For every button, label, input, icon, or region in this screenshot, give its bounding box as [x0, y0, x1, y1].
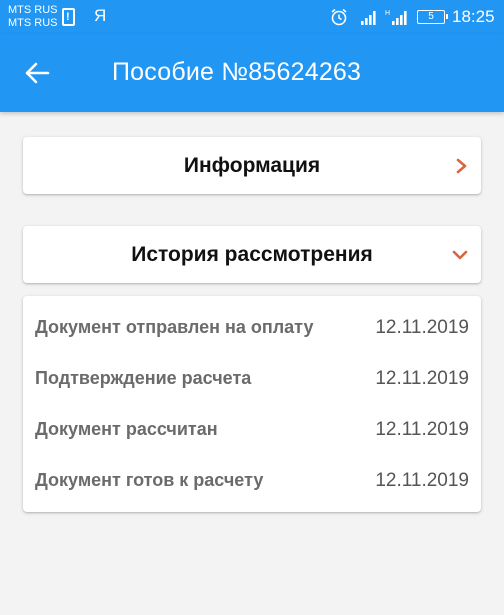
chevron-down-icon: [452, 250, 468, 259]
signal-strength-icon-2: H: [385, 10, 407, 25]
page-title: Пособие №85624263: [112, 58, 362, 86]
app-bar: Пособие №85624263: [0, 34, 504, 112]
history-section-button[interactable]: История рассмотрения: [23, 226, 481, 283]
sim-warning-icon: !: [62, 8, 75, 26]
carrier-labels: MTS RUS MTS RUS: [8, 4, 58, 30]
chevron-right-icon: [456, 158, 467, 173]
arrow-back-icon: [25, 62, 50, 84]
history-event-name: Документ рассчитан: [35, 419, 218, 439]
status-bar: MTS RUS MTS RUS ! Я H 5 18:25: [0, 0, 504, 34]
info-section-header[interactable]: Информация: [23, 137, 481, 194]
history-section-header[interactable]: История рассмотрения: [23, 226, 481, 283]
battery-level: 5: [428, 11, 434, 22]
info-section-label: Информация: [183, 153, 321, 177]
history-row: Документ отправлен на оплату 12.11.2019: [23, 302, 481, 353]
yandex-icon: Я: [94, 6, 107, 25]
carrier-1: MTS RUS: [8, 4, 58, 16]
history-event-name: Подтверждение расчета: [35, 368, 252, 388]
history-section-label: История рассмотрения: [131, 242, 373, 266]
history-list-card: Документ отправлен на оплату 12.11.2019 …: [23, 296, 481, 512]
history-row: Документ рассчитан 12.11.2019: [23, 404, 481, 455]
history-event-date: 12.11.2019: [375, 316, 469, 338]
history-event-name: Документ готов к расчету: [35, 470, 264, 490]
alarm-clock-icon: [331, 8, 347, 26]
back-button[interactable]: [14, 50, 60, 96]
sim-warning-mark: !: [66, 11, 70, 23]
history-row: Документ готов к расчету 12.11.2019: [23, 455, 481, 506]
history-event-name: Документ отправлен на оплату: [35, 317, 314, 337]
history-event-date: 12.11.2019: [375, 469, 469, 491]
info-section-button[interactable]: Информация: [23, 137, 481, 194]
history-row: Подтверждение расчета 12.11.2019: [23, 353, 481, 404]
history-event-date: 12.11.2019: [375, 367, 469, 389]
signal-strength-icon-1: [361, 11, 376, 25]
network-type-label: H: [385, 10, 390, 17]
clock: 18:25: [452, 7, 495, 26]
history-list: Документ отправлен на оплату 12.11.2019 …: [23, 296, 481, 512]
battery-icon: 5: [417, 10, 448, 24]
carrier-2: MTS RUS: [8, 17, 58, 29]
history-event-date: 12.11.2019: [375, 418, 469, 440]
